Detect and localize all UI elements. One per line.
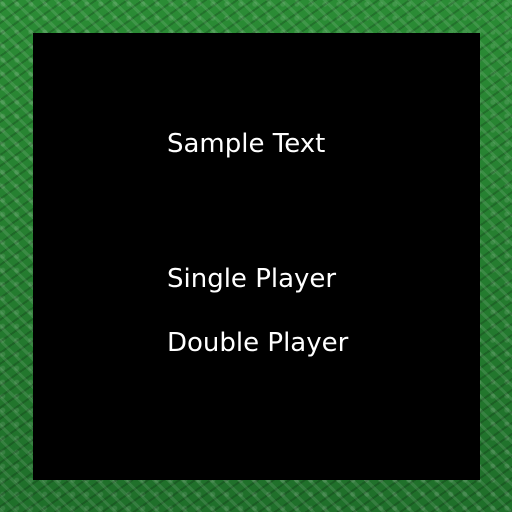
menu-panel bbox=[33, 33, 480, 480]
game-frame: Sample Text Single Player Double Player bbox=[0, 0, 512, 512]
single-player-option[interactable]: Single Player bbox=[167, 266, 336, 292]
double-player-option[interactable]: Double Player bbox=[167, 330, 348, 356]
sample-text: Sample Text bbox=[167, 129, 326, 159]
